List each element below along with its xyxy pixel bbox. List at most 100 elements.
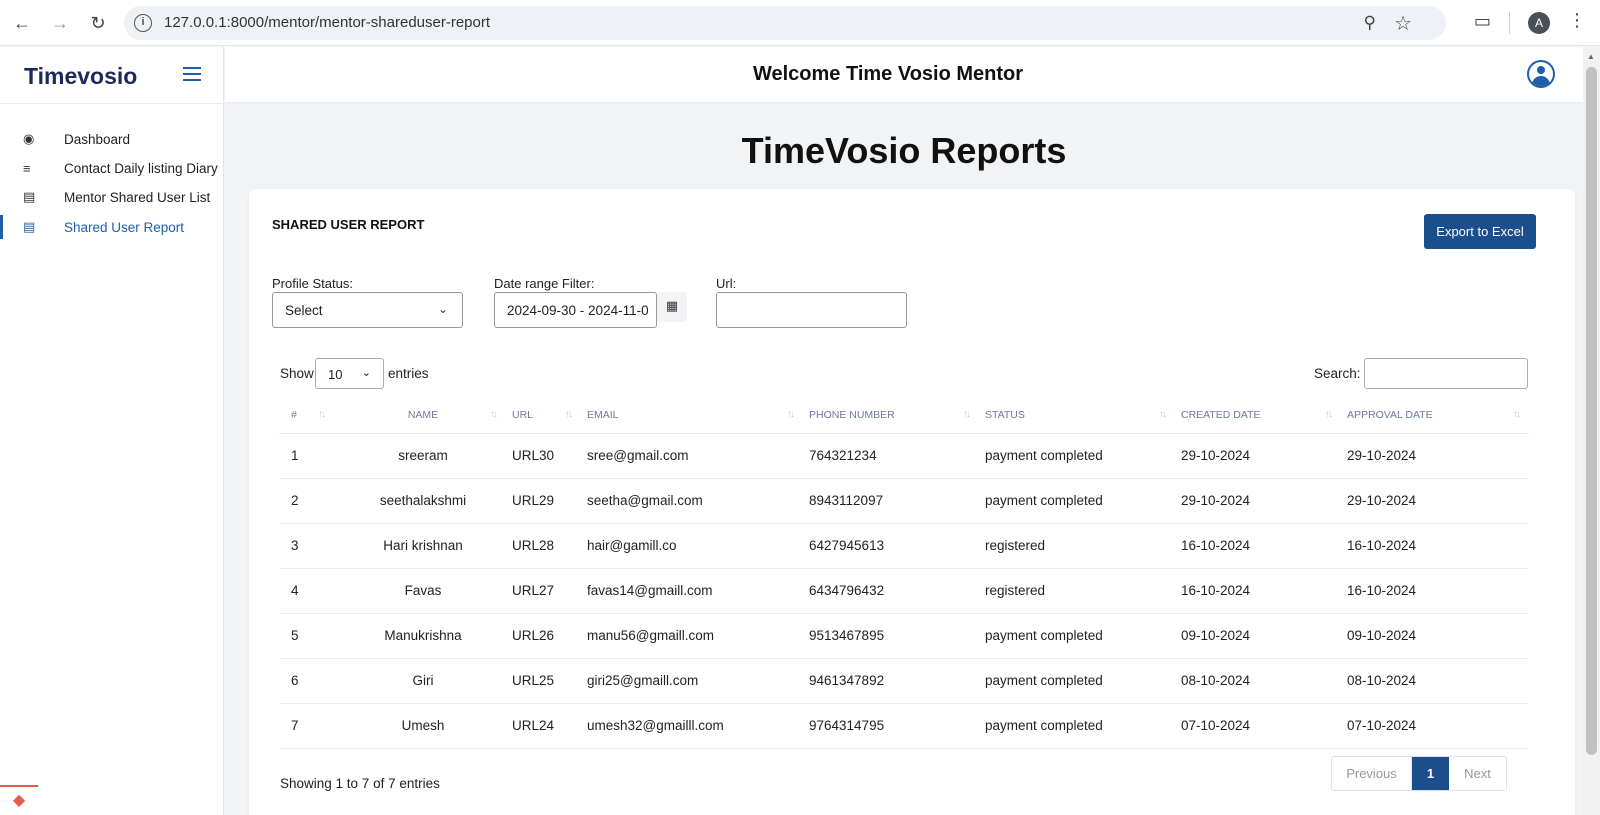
cell-index: 4 [279,568,334,614]
column-header-index[interactable]: # ↑↓ [279,397,334,434]
sidebar-item-label: Dashboard [64,131,131,147]
entries-label: entries [388,366,429,381]
cell-url: URL24 [506,703,581,749]
cell-name: Giri [334,658,506,704]
cell-approval-date: 07-10-2024 [1341,703,1529,749]
cell-status: payment completed [979,658,1175,704]
sidebar-item-label: Mentor Shared User List [64,189,211,205]
cell-name: Favas [334,568,506,614]
column-header-status[interactable]: STATUS ↑↓ [979,397,1175,434]
table-row: 2 seethalakshmi URL29 seetha@gmail.com 8… [279,478,1529,524]
cell-created-date: 07-10-2024 [1175,703,1341,749]
cell-email: umesh32@gmailll.com [581,703,803,749]
sidebar-divider [0,103,224,104]
cell-status: registered [979,568,1175,614]
cell-url: URL26 [506,613,581,659]
column-header-name[interactable]: NAME ↑↓ [334,397,506,434]
browser-toolbar: ← → ↻ i 127.0.0.1:8000/mentor/mentor-sha… [0,0,1600,46]
toolbar-divider [1509,12,1510,34]
address-bar[interactable]: i 127.0.0.1:8000/mentor/mentor-shareduse… [124,6,1446,40]
pagination: Previous 1 Next [1331,756,1507,791]
table-icon: ▤ [23,219,36,234]
url-filter-label: Url: [716,276,737,291]
table-info: Showing 1 to 7 of 7 entries [280,776,440,791]
sort-icon: ↑↓ [963,409,971,420]
column-header-created-date[interactable]: CREATED DATE ↑↓ [1175,397,1341,434]
cell-created-date: 29-10-2024 [1175,433,1341,479]
table-row: 7 Umesh URL24 umesh32@gmailll.com 976431… [279,703,1529,749]
entries-per-page-select[interactable]: 10 ⌄ [315,358,384,389]
cell-approval-date: 08-10-2024 [1341,658,1529,704]
laravel-logo-icon: ◆ [0,785,38,815]
column-header-email[interactable]: EMAIL ↑↓ [581,397,803,434]
page-scrollbar[interactable]: ▲ [1583,47,1600,815]
cell-url: URL27 [506,568,581,614]
report-table: # ↑↓ NAME ↑↓ URL ↑↓ EMAIL ↑↓ PHONE NUMBER ↑↓ … [279,397,1529,749]
table-row: 4 Favas URL27 favas14@gmaill.com 6434796… [279,568,1529,614]
forward-icon[interactable]: → [48,11,72,35]
browser-menu-icon[interactable]: ⋮ [1568,10,1586,31]
extensions-icon[interactable]: ▭ [1474,11,1491,32]
cell-status: payment completed [979,613,1175,659]
sort-icon: ↑↓ [490,409,498,420]
cell-phone: 764321234 [803,433,979,479]
scroll-thumb[interactable] [1586,67,1597,755]
sidebar-item-contact-daily-listing-diary[interactable]: ≡ Contact Daily listing Diary [0,154,224,182]
cell-name: sreeram [334,433,506,479]
hamburger-menu-icon[interactable] [183,67,201,81]
cell-phone: 6427945613 [803,523,979,569]
show-label: Show [280,366,314,381]
table-row: 3 Hari krishnan URL28 hair@gamill.co 642… [279,523,1529,569]
sidebar-item-shared-user-report[interactable]: ▤ Shared User Report [0,213,224,241]
cell-approval-date: 29-10-2024 [1341,478,1529,524]
table-row: 5 Manukrishna URL26 manu56@gmaill.com 95… [279,613,1529,659]
user-account-icon[interactable] [1527,60,1555,88]
date-range-input[interactable]: 2024-09-30 - 2024-11-0 [494,292,657,328]
column-header-approval-date[interactable]: APPROVAL DATE ↑↓ [1341,397,1529,434]
table-icon: ▤ [23,189,36,204]
next-page-button[interactable]: Next [1449,757,1506,790]
cell-url: URL30 [506,433,581,479]
table-row: 6 Giri URL25 giri25@gmaill.com 946134789… [279,658,1529,704]
back-icon[interactable]: ← [10,11,34,35]
site-info-icon[interactable]: i [134,14,152,32]
sidebar-item-dashboard[interactable]: ◉ Dashboard [0,125,224,153]
bookmark-star-icon[interactable]: ☆ [1394,11,1412,36]
cell-phone: 8943112097 [803,478,979,524]
url-filter-input[interactable] [716,292,907,328]
report-card: SHARED USER REPORT Export to Excel Profi… [249,189,1575,815]
address-url[interactable]: 127.0.0.1:8000/mentor/mentor-shareduser-… [164,14,490,31]
brand-logo[interactable]: Timevosio [24,63,137,90]
profile-status-select[interactable]: Select ⌄ [272,292,463,328]
column-header-phone[interactable]: PHONE NUMBER ↑↓ [803,397,979,434]
cell-index: 7 [279,703,334,749]
export-to-excel-button[interactable]: Export to Excel [1424,214,1536,249]
sidebar-item-mentor-shared-user-list[interactable]: ▤ Mentor Shared User List [0,183,224,211]
sidebar-item-label: Contact Daily listing Diary [64,160,218,176]
sort-icon: ↑↓ [1159,409,1167,420]
page-1-button[interactable]: 1 [1412,757,1449,790]
zoom-icon[interactable]: ⚲ [1364,13,1376,33]
chevron-down-icon: ⌄ [361,367,371,379]
cell-status: payment completed [979,478,1175,524]
calendar-icon[interactable]: ▦ [657,292,687,322]
welcome-message: Welcome Time Vosio Mentor [752,63,1024,85]
speedometer-icon: ◉ [23,131,35,146]
reload-icon[interactable]: ↻ [86,11,110,35]
cell-created-date: 09-10-2024 [1175,613,1341,659]
previous-page-button[interactable]: Previous [1332,757,1412,790]
sort-icon: ↑↓ [1513,409,1521,420]
cell-created-date: 08-10-2024 [1175,658,1341,704]
cell-index: 5 [279,613,334,659]
top-header: Welcome Time Vosio Mentor [225,47,1583,103]
cell-approval-date: 16-10-2024 [1341,523,1529,569]
scroll-up-icon[interactable]: ▲ [1587,52,1595,61]
cell-created-date: 16-10-2024 [1175,523,1341,569]
profile-status-value: Select [285,303,323,318]
search-input[interactable] [1364,358,1528,389]
column-header-url[interactable]: URL ↑↓ [506,397,581,434]
profile-avatar[interactable]: A [1528,12,1550,34]
cell-name: Manukrishna [334,613,506,659]
cell-url: URL28 [506,523,581,569]
sidebar-item-label: Shared User Report [64,219,185,235]
